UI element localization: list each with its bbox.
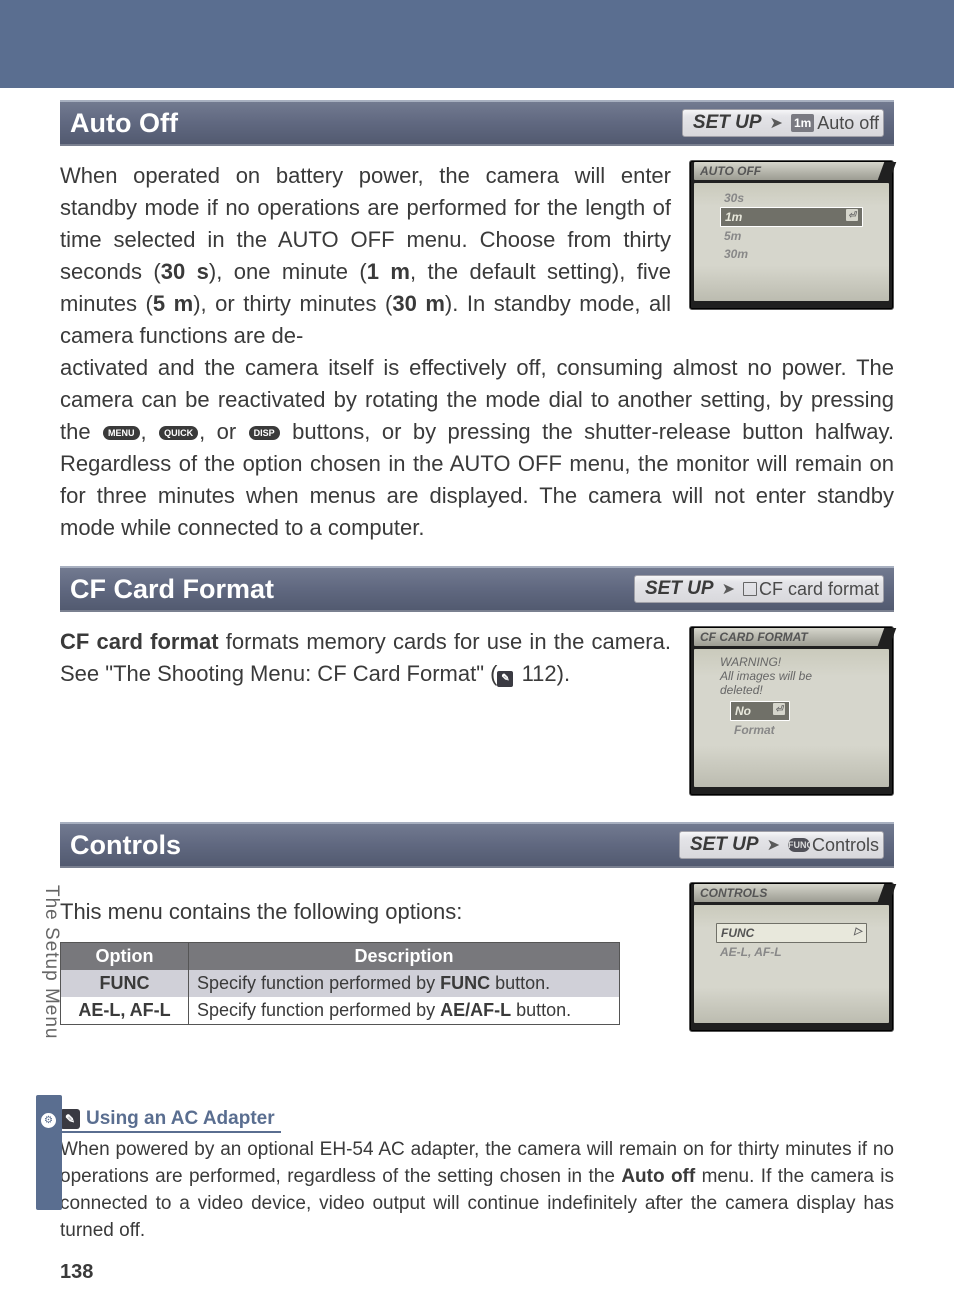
disp-button-icon: DISP [249, 426, 280, 440]
chevron-right-icon: ➤ [767, 835, 780, 855]
note-heading: ✎Using an AC Adapter [60, 1108, 281, 1133]
page-number: 138 [60, 1261, 93, 1284]
lcd-warning: WARNING! [720, 655, 873, 669]
lcd-option-selected: No [730, 701, 790, 721]
breadcrumb-setup: SET UP [645, 578, 714, 600]
breadcrumb-label: Auto off [817, 113, 879, 134]
section-title: CF Card Format [70, 574, 634, 605]
lcd-option: Format [730, 721, 790, 739]
side-tab: The Setup Menu ⚙ [36, 885, 66, 1285]
lcd-cf: CF CARD FORMAT WARNING! All images will … [689, 626, 894, 796]
chevron-right-icon: ➤ [722, 579, 735, 599]
lcd-option: 30m [720, 245, 863, 263]
setup-icon: ⚙ [41, 1113, 56, 1128]
table-cell: AE-L, AF-L [61, 997, 189, 1024]
controls-intro: This menu contains the following options… [60, 896, 671, 928]
breadcrumb-setup: SET UP [690, 834, 759, 856]
lcd-option-selected: 1m [720, 207, 863, 227]
side-tab-label: The Setup Menu [40, 885, 62, 1039]
table-header: Option [61, 943, 189, 970]
top-banner [0, 0, 954, 88]
breadcrumb-icon: 1m [791, 114, 814, 132]
table-header: Description [189, 943, 619, 970]
table-cell: Specify function performed by FUNC butto… [189, 970, 619, 997]
card-icon [743, 582, 757, 596]
table-row: FUNC Specify function performed by FUNC … [61, 970, 619, 997]
lcd-option: AE-L, AF-L [716, 943, 867, 961]
lcd-title: CF CARD FORMAT [694, 628, 889, 646]
breadcrumb-label: Controls [812, 835, 879, 856]
table-cell: FUNC [61, 970, 189, 997]
lcd-warning: All images will be [720, 669, 873, 683]
note-ac-adapter: ✎Using an AC Adapter When powered by an … [60, 1108, 894, 1244]
menu-button-icon: MENU [103, 426, 140, 440]
note-body: When powered by an optional EH-54 AC ada… [60, 1136, 894, 1244]
auto-off-para1: When operated on battery power, the came… [60, 160, 671, 352]
breadcrumb-setup: SET UP [693, 112, 762, 134]
controls-table: Option Description FUNC Specify function… [60, 942, 620, 1025]
auto-off-para2: activated and the camera itself is effec… [60, 352, 894, 544]
breadcrumb-auto-off: SET UP ➤ 1m Auto off [682, 109, 884, 137]
lcd-controls: CONTROLS FUNC AE-L, AF-L [689, 882, 894, 1032]
func-icon: FUNC [788, 838, 810, 852]
page-ref-icon: ✎ [497, 671, 513, 687]
cf-para: CF card format formats memory cards for … [60, 626, 671, 796]
breadcrumb-cf: SET UP ➤ CF card format [634, 575, 884, 603]
section-title: Controls [70, 830, 679, 861]
lcd-warning: deleted! [720, 683, 873, 697]
breadcrumb-controls: SET UP ➤ FUNC Controls [679, 831, 884, 859]
section-header-auto-off: Auto Off SET UP ➤ 1m Auto off [60, 100, 894, 146]
section-title: Auto Off [70, 108, 682, 139]
lcd-title: AUTO OFF [694, 162, 889, 180]
table-cell: Specify function performed by AE/AF-L bu… [189, 997, 619, 1024]
breadcrumb-label: CF card format [759, 579, 879, 600]
lcd-auto-off: AUTO OFF 30s 1m 5m 30m [689, 160, 894, 310]
quick-button-icon: QUICK [159, 426, 198, 440]
lcd-option: 5m [720, 227, 863, 245]
lcd-option: 30s [720, 189, 863, 207]
section-header-controls: Controls SET UP ➤ FUNC Controls [60, 822, 894, 868]
section-header-cf: CF Card Format SET UP ➤ CF card format [60, 566, 894, 612]
table-row: AE-L, AF-L Specify function performed by… [61, 997, 619, 1024]
lcd-title: CONTROLS [694, 884, 889, 902]
lcd-option-selected: FUNC [716, 923, 867, 943]
chevron-right-icon: ➤ [770, 113, 783, 133]
